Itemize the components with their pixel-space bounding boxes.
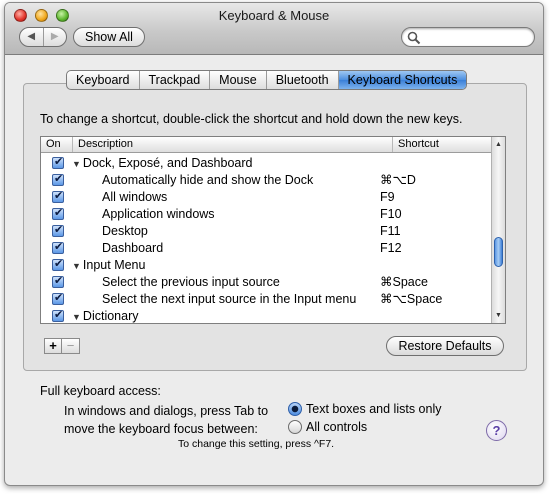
table-row[interactable]: All windows F9 [41,188,493,205]
row-shortcut[interactable]: ⌘Space [364,274,428,289]
keyboard-focus-radio-group: Text boxes and lists only All controls [288,400,442,436]
keyboard-focus-description-line1: In windows and dialogs, press Tab to [64,404,269,418]
add-shortcut-button[interactable]: + [44,338,62,354]
title-bar: Keyboard & Mouse ◀ ▶ Show All [5,3,543,55]
row-shortcut[interactable]: ⌘⌥D [364,172,416,187]
row-checkbox[interactable] [52,189,64,203]
forward-arrow-icon[interactable]: ▶ [42,28,67,46]
row-shortcut[interactable]: ⌘⌥Space [364,291,442,306]
row-description: Select the previous input source [102,274,280,289]
window-title: Keyboard & Mouse [218,8,330,23]
row-description: All windows [102,189,168,204]
scroll-up-arrow-icon[interactable]: ▲ [492,141,505,148]
tab-bar: Keyboard Trackpad Mouse Bluetooth Keyboa… [66,70,468,90]
scroll-down-arrow-icon[interactable]: ▼ [492,312,505,319]
disclosure-triangle-icon[interactable]: ▼ [72,261,81,271]
search-input[interactable] [401,27,535,47]
instruction-text: To change a shortcut, double-click the s… [40,112,463,126]
keyboard-access-note: To change this setting, press ^F7. [178,438,335,450]
restore-defaults-button[interactable]: Restore Defaults [386,336,504,356]
row-description: ▼ Input Menu [72,257,146,272]
row-description: ▼ Dictionary [72,308,139,323]
add-remove-control: + − [44,338,80,354]
row-checkbox[interactable] [52,274,64,288]
full-keyboard-access-label: Full keyboard access: [40,384,161,398]
row-shortcut[interactable]: F12 [364,241,402,255]
table-row[interactable]: ▼Dock, Exposé, and Dashboard [41,154,493,171]
keyboard-focus-description-line2: move the keyboard focus between: [64,422,258,436]
help-button[interactable]: ? [486,420,507,441]
row-checkbox[interactable] [52,155,64,169]
radio-button[interactable] [288,420,302,434]
column-header-description[interactable]: Description [73,137,393,152]
disclosure-triangle-icon[interactable]: ▼ [72,312,81,322]
table-row[interactable]: Automatically hide and show the Dock ⌘⌥D [41,171,493,188]
table-scrollbar[interactable]: ▲ ▼ [491,137,505,323]
shortcuts-table[interactable]: On Description Shortcut ▼Dock, Exposé, a… [40,136,506,324]
table-row[interactable]: ▼Dictionary [41,307,493,323]
row-checkbox[interactable] [52,291,64,305]
tab-keyboard-shortcuts[interactable]: Keyboard Shortcuts [338,71,467,89]
table-row[interactable]: Desktop F11 [41,222,493,239]
keyboard-focus-description: In windows and dialogs, press Tab to mov… [64,402,284,438]
column-header-on[interactable]: On [41,137,73,152]
table-row[interactable]: Application windows F10 [41,205,493,222]
row-description: Desktop [102,223,148,238]
scrollbar-thumb[interactable] [494,237,503,267]
row-checkbox[interactable] [52,308,64,322]
table-row[interactable]: Select the previous input source ⌘Space [41,273,493,290]
row-checkbox[interactable] [52,172,64,186]
row-checkbox[interactable] [52,257,64,271]
tab-keyboard[interactable]: Keyboard [67,71,140,89]
tab-trackpad[interactable]: Trackpad [140,71,211,89]
radio-option-all-controls[interactable]: All controls [288,418,442,436]
radio-option-text-boxes[interactable]: Text boxes and lists only [288,400,442,418]
radio-button-selected[interactable] [288,402,302,416]
row-shortcut[interactable]: F11 [364,224,401,238]
tab-mouse[interactable]: Mouse [210,71,267,89]
row-checkbox[interactable] [52,206,64,220]
row-description: Automatically hide and show the Dock [102,172,314,187]
radio-label[interactable]: Text boxes and lists only [306,402,442,416]
table-row[interactable]: ▼Input Menu [41,256,493,273]
back-forward-control[interactable]: ◀ ▶ [19,27,67,47]
table-row[interactable]: Dashboard F12 [41,239,493,256]
table-row[interactable]: Select the next input source in the Inpu… [41,290,493,307]
search-icon [407,31,421,45]
table-header: On Description Shortcut [41,137,493,153]
row-description: Application windows [102,206,215,221]
row-shortcut[interactable]: F9 [364,190,395,204]
row-shortcut[interactable]: F10 [364,207,402,221]
row-description: ▼ Dock, Exposé, and Dashboard [72,155,253,170]
remove-shortcut-button[interactable]: − [62,338,80,354]
show-all-button[interactable]: Show All [73,27,145,47]
row-description: Dashboard [102,240,164,255]
radio-label[interactable]: All controls [306,420,367,434]
disclosure-triangle-icon[interactable]: ▼ [72,159,81,169]
row-checkbox[interactable] [52,223,64,237]
row-checkbox[interactable] [52,240,64,254]
tab-bluetooth[interactable]: Bluetooth [267,71,339,89]
row-description: Select the next input source in the Inpu… [102,291,357,306]
table-rows: ▼Dock, Exposé, and Dashboard Automatical… [41,154,493,323]
column-header-shortcut[interactable]: Shortcut [393,137,493,152]
back-arrow-icon[interactable]: ◀ [20,28,43,46]
